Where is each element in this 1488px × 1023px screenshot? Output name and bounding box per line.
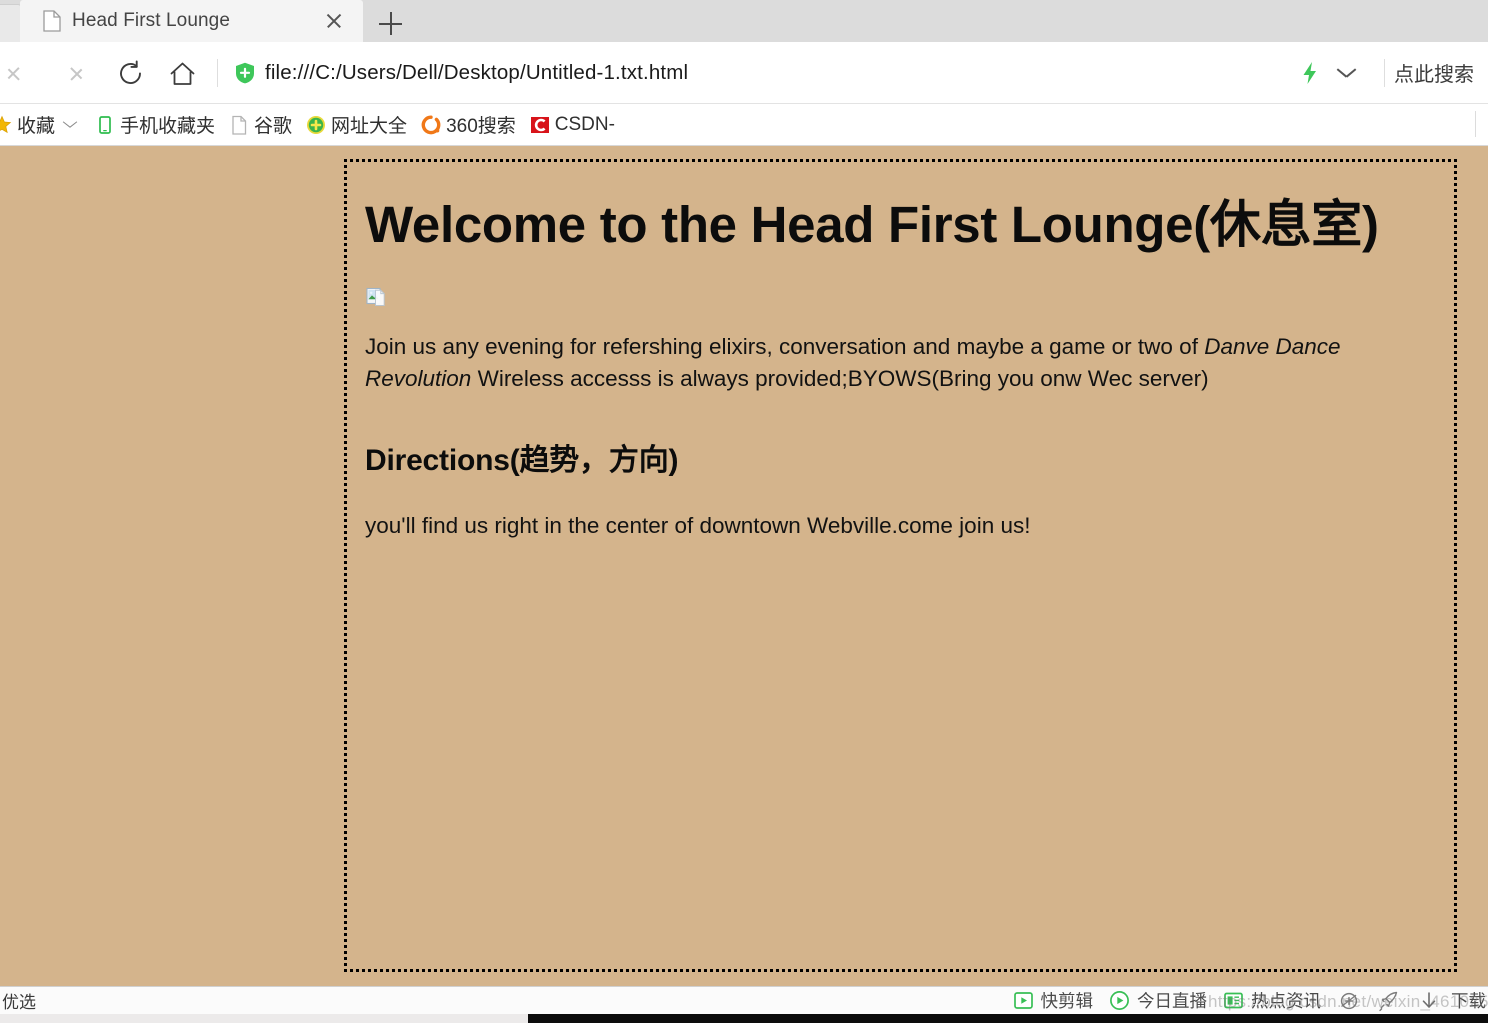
tab-head-first-lounge[interactable]: Head First Lounge	[20, 0, 363, 42]
download-arrow-icon[interactable]	[1417, 990, 1441, 1012]
bookmark-360-search[interactable]: 360搜索	[414, 110, 523, 140]
download-label[interactable]: 下载	[1451, 988, 1486, 1013]
360-orange-icon	[421, 115, 441, 135]
bookmark-label: 网址大全	[331, 116, 408, 137]
phone-icon	[95, 115, 115, 135]
star-icon	[0, 115, 12, 135]
close-icon[interactable]	[321, 8, 347, 34]
chevron-right-icon	[70, 60, 87, 86]
reload-icon	[117, 60, 144, 87]
document-icon	[42, 10, 62, 32]
green-shield-check-icon	[235, 62, 255, 84]
video-play-square-icon	[1013, 990, 1034, 1011]
back-button[interactable]	[0, 47, 52, 99]
status-bar-tools: 快剪辑 今日直播 热点资讯 下载	[997, 988, 1488, 1013]
green-plus-circle-icon	[306, 115, 326, 135]
live-play-circle-icon	[1109, 990, 1130, 1011]
toolbar-divider-right	[1384, 58, 1385, 87]
status-item-label: 快剪辑	[1040, 991, 1094, 1011]
tab-partial-left[interactable]	[0, 4, 22, 42]
navigation-toolbar: file:///C:/Users/Dell/Desktop/Untitled-1…	[0, 42, 1488, 104]
bookmark-mobile-favorites[interactable]: 手机收藏夹	[88, 110, 222, 140]
status-item-live-today[interactable]: 今日直播	[1109, 988, 1207, 1013]
chevron-down-icon[interactable]	[61, 116, 81, 134]
chevron-down-icon[interactable]	[1335, 61, 1359, 85]
bookmark-label: 谷歌	[254, 116, 293, 137]
directions-heading: Directions(趋势，方向)	[365, 443, 679, 477]
new-tab-button[interactable]	[370, 6, 410, 42]
intro-paragraph: Join us any evening for refershing elixi…	[365, 331, 1411, 394]
page-viewport: Welcome to the Head First Lounge(休息室) Jo…	[0, 146, 1488, 986]
green-lightning-icon[interactable]	[1297, 60, 1323, 86]
bookmark-favorites[interactable]: 收藏	[0, 110, 88, 140]
news-square-icon	[1223, 990, 1244, 1011]
bookmarks-bar: 收藏 手机收藏夹 谷歌 网址大全 360搜索 CSDN-	[0, 104, 1488, 146]
toolbar-divider	[217, 58, 218, 87]
chevron-left-icon	[18, 60, 35, 86]
tab-title: Head First Lounge	[72, 10, 231, 31]
page-title: Welcome to the Head First Lounge(休息室)	[365, 196, 1379, 253]
rocket-icon[interactable]	[1377, 990, 1401, 1012]
bookmark-label: CSDN-	[554, 113, 615, 135]
page-content-box: Welcome to the Head First Lounge(休息室) Jo…	[344, 159, 1457, 972]
home-icon	[169, 60, 196, 87]
bookmark-csdn[interactable]: CSDN-	[523, 110, 622, 140]
bookmark-web-directory[interactable]: 网址大全	[299, 110, 414, 140]
bookmarks-bar-divider	[1475, 111, 1476, 137]
broken-image-icon	[366, 287, 386, 307]
status-item-label: 今日直播	[1137, 991, 1207, 1011]
bookmark-label: 手机收藏夹	[120, 116, 216, 137]
csdn-red-icon	[530, 115, 550, 135]
url-text: file:///C:/Users/Dell/Desktop/Untitled-1…	[265, 60, 689, 84]
status-item-label: 热点资讯	[1251, 991, 1321, 1011]
document-icon	[229, 115, 249, 135]
forward-button[interactable]	[52, 47, 104, 99]
reload-button[interactable]	[104, 47, 156, 99]
toolbar-right-zone: 点此搜索	[1297, 58, 1488, 87]
directions-paragraph: you'll find us right in the center of do…	[365, 512, 1031, 538]
search-hint-label[interactable]: 点此搜索	[1394, 58, 1474, 87]
address-bar[interactable]: file:///C:/Users/Dell/Desktop/Untitled-1…	[227, 61, 1297, 85]
circle-plus-icon[interactable]	[1337, 990, 1361, 1012]
bookmark-label: 360搜索	[446, 116, 516, 137]
status-item-hot-news[interactable]: 热点资讯	[1223, 988, 1321, 1013]
home-button[interactable]	[156, 47, 208, 99]
status-left-label[interactable]: 优选	[0, 988, 36, 1013]
status-item-quick-edit[interactable]: 快剪辑	[1013, 988, 1094, 1013]
status-bar: 优选 快剪辑 今日直播 热点资讯 下载	[0, 986, 1488, 1014]
browser-window: Head First Lounge file:///C:/Users/Dell/…	[0, 0, 1488, 1023]
tab-strip: Head First Lounge	[0, 0, 1488, 42]
bookmark-label: 收藏	[17, 116, 56, 137]
bookmark-google[interactable]: 谷歌	[222, 110, 299, 140]
os-taskbar-dark-region	[528, 1014, 1488, 1023]
intro-paragraph-part2: Wireless accesss is always provided;BYOW…	[471, 365, 1209, 391]
intro-paragraph-part1: Join us any evening for refershing elixi…	[365, 334, 1205, 360]
